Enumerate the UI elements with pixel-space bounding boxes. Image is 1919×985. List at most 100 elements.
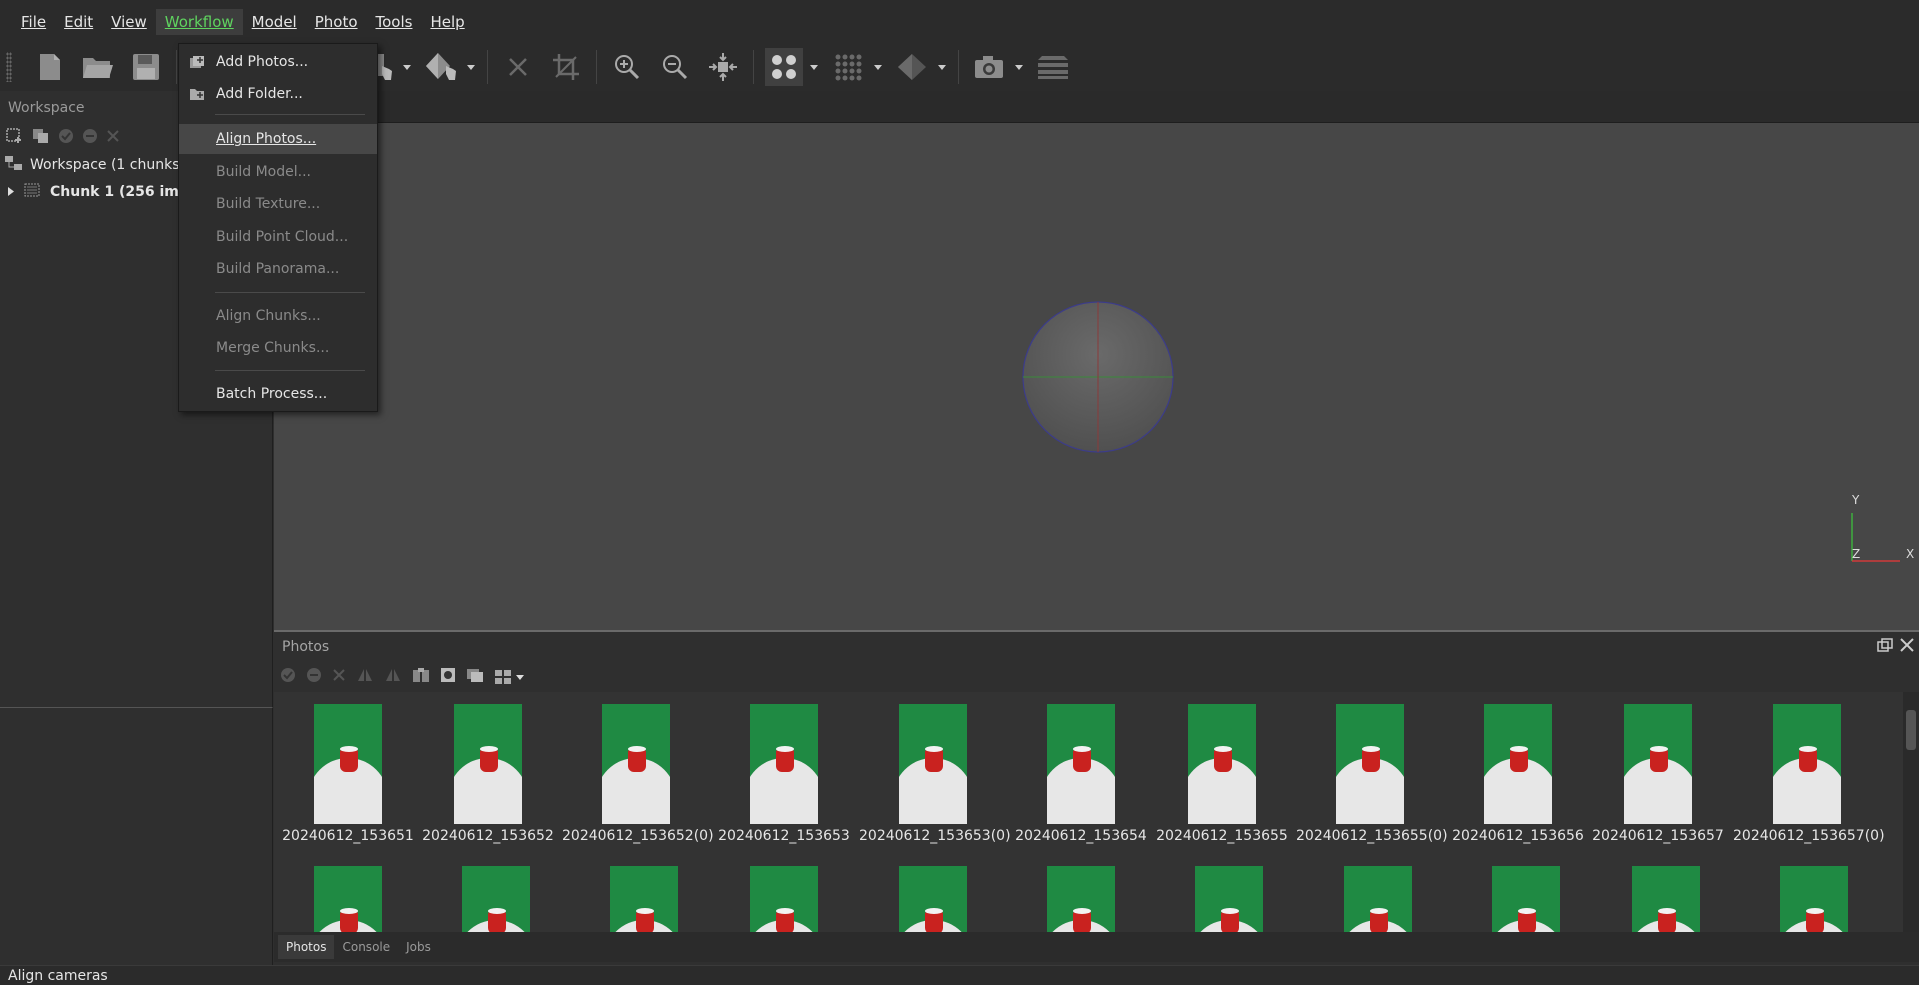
photo-label: 20240612_153656 (1452, 828, 1584, 844)
photo-thumbnail[interactable] (570, 866, 718, 932)
menu-item-add-folder[interactable]: Add Folder... (179, 79, 377, 109)
photo-thumbnail[interactable]: 20240612_153656 (1444, 704, 1592, 844)
menu-edit[interactable]: Edit (55, 9, 102, 35)
enable-icon[interactable] (58, 128, 74, 148)
photo-thumbnail[interactable] (1740, 866, 1888, 932)
menu-item-batch-process[interactable]: Batch Process... (179, 379, 377, 409)
photo-image (1047, 704, 1115, 824)
photo-thumbnail[interactable] (710, 866, 858, 932)
menu-separator (215, 292, 365, 293)
photo-thumbnail[interactable]: 20240612_153654 (1007, 704, 1155, 844)
photo-thumbnail[interactable] (1592, 866, 1740, 932)
photo-thumbnail[interactable]: 20240612_153655 (1148, 704, 1296, 844)
menu-item-merge-chunks[interactable]: Merge Chunks... (179, 333, 377, 363)
tab-photos[interactable]: Photos (278, 935, 335, 959)
zoom-out-icon[interactable] (656, 48, 694, 86)
bottom-tabbar: Photos Console Jobs (274, 932, 1919, 962)
close-icon[interactable] (1899, 637, 1915, 657)
add-chunk-icon[interactable] (6, 128, 24, 148)
zoom-in-icon[interactable] (608, 48, 646, 86)
photo-label: 20240612_153651 (282, 828, 414, 844)
merge-chunks-icon[interactable] (32, 128, 50, 148)
rotate-left-icon[interactable] (356, 667, 374, 687)
view-mode-icon[interactable] (494, 669, 524, 685)
layers-icon[interactable] (1034, 48, 1072, 86)
photo-thumbnail[interactable]: 20240612_153653 (710, 704, 858, 844)
photo-thumbnail[interactable] (1155, 866, 1303, 932)
filter-icon[interactable] (412, 667, 430, 687)
chevron-down-icon[interactable] (936, 48, 948, 86)
photo-image (1344, 866, 1412, 932)
photo-thumbnail[interactable]: 20240612_153652(0) (562, 704, 714, 844)
image-view-icon[interactable] (466, 667, 484, 687)
photo-image (462, 866, 530, 932)
photo-thumbnail[interactable]: 20240612_153657 (1584, 704, 1732, 844)
menu-item-build-point-cloud[interactable]: Build Point Cloud... (179, 222, 377, 252)
photo-label: 20240612_153652 (422, 828, 554, 844)
photos-title: Photos (282, 639, 330, 655)
remove-icon[interactable] (106, 129, 120, 147)
enable-cameras-icon[interactable] (280, 667, 296, 687)
remove-cameras-icon[interactable] (332, 668, 346, 686)
photo-thumbnail[interactable] (859, 866, 1007, 932)
expand-arrow-icon[interactable] (8, 184, 14, 200)
menu-item-add-photos[interactable]: Add Photos... (179, 47, 377, 77)
photo-thumbnail[interactable]: 20240612_153655(0) (1296, 704, 1448, 844)
menu-item-build-texture[interactable]: Build Texture... (179, 189, 377, 219)
photo-thumbnail[interactable] (274, 866, 422, 932)
workspace-root-label: Workspace (1 chunks, (30, 156, 184, 173)
navigation-icon[interactable] (422, 48, 460, 86)
model-shaded-icon[interactable] (893, 48, 931, 86)
menu-item-build-panorama[interactable]: Build Panorama... (179, 254, 377, 284)
menu-view[interactable]: View (102, 9, 156, 35)
toolbar-grip[interactable] (6, 52, 12, 82)
photo-thumbnail[interactable] (422, 866, 570, 932)
menu-item-build-model[interactable]: Build Model... (179, 157, 377, 187)
menu-model[interactable]: Model (243, 9, 306, 35)
mask-icon[interactable] (440, 667, 456, 687)
save-icon[interactable] (127, 48, 165, 86)
rotate-right-icon[interactable] (384, 667, 402, 687)
menu-workflow[interactable]: Workflow (155, 8, 243, 35)
model-viewport[interactable]: Y X Z (274, 123, 1919, 630)
photos-scrollbar[interactable] (1903, 692, 1919, 932)
new-project-icon[interactable] (31, 48, 69, 86)
dense-cloud-icon[interactable] (829, 48, 867, 86)
reset-view-icon[interactable] (704, 48, 742, 86)
photo-thumbnail[interactable]: 20240612_153653(0) (859, 704, 1011, 844)
toolbar-separator (487, 50, 488, 84)
menu-tools[interactable]: Tools (367, 9, 422, 35)
photo-image (1624, 704, 1692, 824)
chevron-down-icon[interactable] (465, 48, 477, 86)
undock-icon[interactable] (1877, 638, 1893, 656)
chevron-down-icon[interactable] (1013, 48, 1025, 86)
menu-item-align-chunks[interactable]: Align Chunks... (179, 301, 377, 331)
add-folder-icon (189, 87, 205, 105)
scrollbar-handle[interactable] (1906, 710, 1916, 750)
camera-icon[interactable] (970, 48, 1008, 86)
photo-image (899, 866, 967, 932)
chevron-down-icon[interactable] (401, 48, 413, 86)
crop-icon[interactable] (547, 48, 585, 86)
photo-thumbnail[interactable] (1007, 866, 1155, 932)
photo-thumbnail[interactable]: 20240612_153652 (414, 704, 562, 844)
add-photos-icon (189, 55, 205, 73)
disable-icon[interactable] (82, 128, 98, 148)
tab-console[interactable]: Console (334, 935, 398, 959)
photo-thumbnail[interactable] (1452, 866, 1600, 932)
menu-photo[interactable]: Photo (306, 9, 367, 35)
open-folder-icon[interactable] (79, 48, 117, 86)
delete-icon[interactable] (499, 48, 537, 86)
photo-thumbnail[interactable]: 20240612_153651 (274, 704, 422, 844)
menu-file[interactable]: File (12, 9, 55, 35)
chevron-down-icon[interactable] (808, 48, 820, 86)
point-cloud-icon[interactable] (765, 48, 803, 86)
disable-cameras-icon[interactable] (306, 667, 322, 687)
menu-help[interactable]: Help (421, 9, 473, 35)
menu-item-align-photos[interactable]: Align Photos... (179, 124, 377, 154)
tab-jobs[interactable]: Jobs (398, 935, 439, 959)
photo-thumbnail[interactable]: 20240612_153657(0) (1733, 704, 1885, 844)
photo-thumbnail[interactable] (1304, 866, 1452, 932)
axis-x-label: X (1906, 547, 1915, 561)
chevron-down-icon[interactable] (872, 48, 884, 86)
